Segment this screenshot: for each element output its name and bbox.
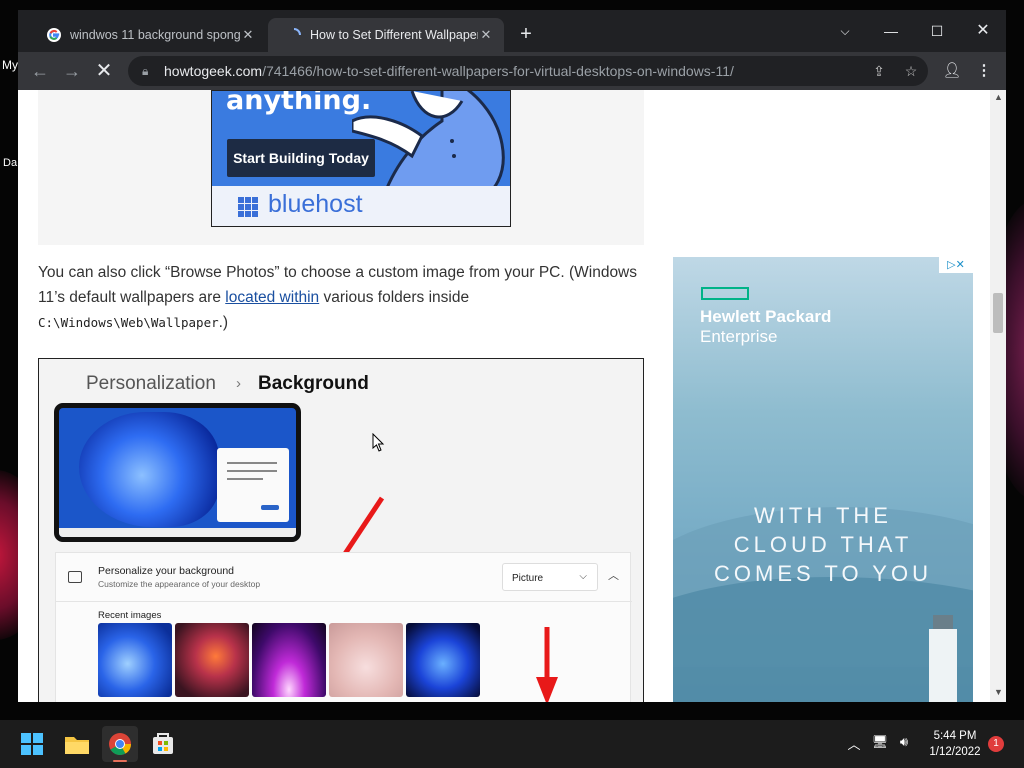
breadcrumb-separator: ›: [236, 375, 241, 392]
show-hidden-icons-chevron-icon[interactable]: ︿: [844, 734, 864, 753]
located-within-link[interactable]: located within: [225, 289, 319, 306]
windows-logo-icon: [21, 733, 43, 755]
volume-icon[interactable]: 🔊︎: [894, 734, 914, 750]
chevron-up-icon: ︿: [608, 570, 619, 582]
windows-bloom-wallpaper: [79, 412, 219, 527]
system-clock[interactable]: 5:44 PM 1/12/2022: [920, 728, 990, 760]
desktop-icon-label-da[interactable]: Da: [3, 157, 17, 169]
article-screenshot: Personalization › Background Personalize…: [38, 358, 644, 702]
desktop-preview: [54, 403, 301, 542]
wallpaper-path: C:\Windows\Web\Wallpaper: [38, 315, 219, 330]
clock-date: 1/12/2022: [929, 746, 981, 758]
network-icon[interactable]: 🖥︎: [870, 734, 890, 750]
minimize-button[interactable]: —: [868, 16, 914, 46]
recent-image-thumbnail: [329, 623, 403, 697]
clock-time: 5:44 PM: [933, 730, 977, 742]
bookmark-star-icon[interactable]: ☆: [900, 60, 922, 82]
panel-subtitle: Customize the appearance of your desktop: [98, 579, 261, 589]
stop-loading-icon[interactable]: ✕: [90, 58, 118, 84]
article-paragraph: You can also click “Browse Photos” to ch…: [38, 260, 638, 335]
preview-window: [217, 448, 289, 522]
close-window-button[interactable]: ✕: [960, 16, 1006, 46]
windows-taskbar: ︿ 🖥︎ 🔊︎ 5:44 PM 1/12/2022 1: [0, 720, 1024, 768]
slogan-line: CLOUD THAT: [733, 532, 913, 557]
start-building-button[interactable]: Start Building Today: [227, 139, 375, 177]
slogan-line: WITH THE: [754, 503, 892, 528]
ad-headline: anything.: [226, 90, 372, 116]
mouse-cursor-icon: [372, 433, 385, 452]
microsoft-store-button[interactable]: [145, 726, 181, 762]
ad-container: anything. Start Building Today bluehost: [38, 90, 644, 245]
browser-toolbar: ← → ✕ 🔒︎ howtogeek.com/741466/how-to-set…: [18, 52, 1006, 90]
recent-image-thumbnail: [175, 623, 249, 697]
chevron-down-icon: ⌵: [579, 571, 587, 582]
google-g-icon: [47, 28, 61, 42]
slogan-line: COMES TO YOU: [714, 561, 932, 586]
share-icon[interactable]: ⇪: [868, 60, 890, 82]
new-tab-button[interactable]: +: [515, 24, 537, 46]
tab-google-search[interactable]: windwos 11 background sponge ✕: [28, 18, 266, 52]
maximize-button[interactable]: ☐: [914, 16, 960, 46]
recent-image-thumbnail: [406, 623, 480, 697]
scrollbar-thumb[interactable]: [993, 293, 1003, 333]
tab-title: How to Set Different Wallpapers: [310, 28, 478, 42]
background-type-dropdown: Picture ⌵: [502, 563, 598, 591]
url-path: /741466/how-to-set-different-wallpapers-…: [262, 63, 734, 79]
profile-icon[interactable]: 👤︎: [941, 60, 963, 82]
recent-images-label: Recent images: [98, 610, 162, 621]
tab-howtogeek[interactable]: How to Set Different Wallpapers ✕: [268, 18, 504, 52]
hpe-ad[interactable]: ▷✕ Hewlett Packard Enterprise WITH THE C…: [673, 257, 973, 702]
preview-taskbar: [59, 528, 296, 537]
lock-icon: 🔒︎: [142, 63, 149, 78]
lighthouse-illustration: [929, 615, 957, 702]
tab-strip: windwos 11 background sponge ✕ How to Se…: [18, 10, 1006, 52]
panel-divider: [56, 601, 632, 602]
hpe-slogan: WITH THE CLOUD THAT COMES TO YOU: [673, 501, 973, 588]
adchoices-icon[interactable]: ▷✕: [939, 257, 973, 273]
panel-title: Personalize your background: [98, 565, 234, 577]
page-scrollbar[interactable]: ▲ ▼: [990, 90, 1006, 702]
recent-image-thumbnail: [98, 623, 172, 697]
paragraph-text: .): [218, 314, 229, 331]
notification-badge[interactable]: 1: [988, 736, 1004, 752]
dropdown-value: Picture: [512, 573, 544, 584]
hpe-logo-icon: [701, 287, 749, 300]
bluehost-ad[interactable]: anything. Start Building Today bluehost: [211, 90, 511, 227]
bluehost-brand: bluehost: [268, 190, 363, 218]
web-page: anything. Start Building Today bluehost …: [18, 90, 1006, 702]
chrome-icon: [109, 733, 131, 762]
close-tab-icon[interactable]: ✕: [240, 27, 256, 43]
folder-icon: [65, 737, 89, 754]
scroll-up-arrow-icon[interactable]: ▲: [994, 92, 1003, 102]
chrome-taskbar-button[interactable]: [102, 726, 138, 762]
forward-arrow-icon[interactable]: →: [58, 58, 86, 84]
store-bag-icon: [153, 733, 173, 754]
close-tab-icon[interactable]: ✕: [478, 27, 494, 43]
url-host: howtogeek.com: [164, 63, 263, 79]
loading-spinner-icon: [293, 28, 301, 36]
tab-search-chevron-icon[interactable]: ⌵: [822, 16, 868, 46]
red-arrow-down: [536, 627, 558, 702]
desktop-icon-label-my[interactable]: My: [2, 58, 18, 72]
hpe-brand-line2: Enterprise: [700, 327, 778, 346]
file-explorer-button[interactable]: [59, 726, 95, 762]
hpe-brand-line1: Hewlett Packard: [700, 307, 832, 326]
paragraph-text: various folders inside: [319, 289, 470, 306]
start-button[interactable]: [14, 726, 50, 762]
tab-title: windwos 11 background sponge: [70, 28, 240, 42]
recent-image-thumbnail: [252, 623, 326, 697]
ad-mountain: [673, 577, 973, 702]
image-icon: [68, 571, 82, 583]
breadcrumb-background: Background: [258, 373, 369, 394]
back-arrow-icon[interactable]: ←: [26, 58, 54, 84]
menu-kebab-icon[interactable]: ⋮: [973, 60, 995, 82]
cartoon-character-illustration: [352, 91, 505, 201]
bluehost-logo-icon: [238, 197, 258, 217]
scroll-down-arrow-icon[interactable]: ▼: [994, 687, 1003, 697]
breadcrumb-personalization: Personalization: [86, 373, 216, 394]
address-bar[interactable]: 🔒︎ howtogeek.com/741466/how-to-set-diffe…: [128, 56, 928, 86]
browser-window: windwos 11 background sponge ✕ How to Se…: [18, 10, 1006, 702]
